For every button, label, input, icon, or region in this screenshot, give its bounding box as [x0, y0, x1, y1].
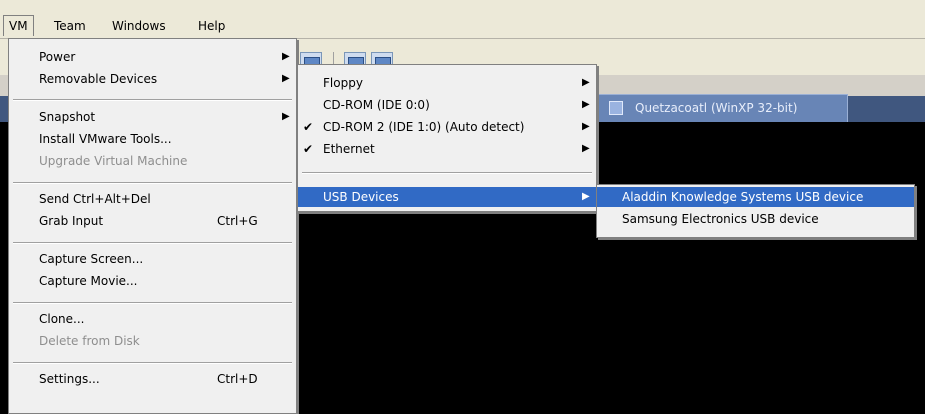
menu-item-label: Upgrade Virtual Machine — [39, 154, 188, 168]
menu-separator — [13, 302, 292, 304]
menu-vm[interactable]: VM — [3, 15, 34, 36]
menu-item-label: Send Ctrl+Alt+Del — [39, 192, 151, 206]
menu-item-label: Samsung Electronics USB device — [622, 212, 819, 226]
menu-item-label: Floppy — [323, 76, 363, 90]
menu-separator — [13, 99, 292, 101]
menu-item-snapshot[interactable]: Snapshot ▶ — [9, 107, 292, 127]
menu-separator — [13, 242, 292, 244]
menu-item-settings[interactable]: Settings... Ctrl+D — [9, 369, 292, 389]
tab-quetzacoatl[interactable]: Quetzacoatl (WinXP 32-bit) — [598, 94, 848, 122]
menu-item-label: Removable Devices — [39, 72, 158, 86]
menu-bar: VM Team Windows Help — [0, 0, 925, 39]
menu-item-usb-devices[interactable]: USB Devices ▶ — [298, 187, 596, 207]
menu-item-capture-screen[interactable]: Capture Screen... — [9, 249, 292, 269]
submenu-arrow-icon: ▶ — [282, 73, 290, 84]
removable-devices-menu: Floppy ▶ CD-ROM (IDE 0:0) ▶ ✔ CD-ROM 2 (… — [297, 64, 597, 212]
menu-item-removable-devices[interactable]: Removable Devices ▶ — [9, 69, 292, 89]
submenu-arrow-icon: ▶ — [582, 99, 590, 110]
checkmark-icon: ✔ — [303, 142, 314, 156]
menu-item-label: Capture Screen... — [39, 252, 144, 266]
menu-item-label: Delete from Disk — [39, 334, 140, 348]
menu-item-label: Clone... — [39, 312, 85, 326]
menu-item-label: Capture Movie... — [39, 274, 138, 288]
menu-item-shortcut: Ctrl+G — [217, 214, 258, 228]
submenu-arrow-icon: ▶ — [582, 143, 590, 154]
submenu-arrow-icon: ▶ — [582, 77, 590, 88]
menu-item-aladdin-usb[interactable]: Aladdin Knowledge Systems USB device — [597, 187, 914, 207]
tab-label: Quetzacoatl (WinXP 32-bit) — [635, 101, 798, 115]
menu-item-grab-input[interactable]: Grab Input Ctrl+G — [9, 211, 292, 231]
menu-item-power[interactable]: Power ▶ — [9, 47, 292, 67]
menu-item-ethernet[interactable]: ✔ Ethernet ▶ — [298, 139, 596, 159]
menu-item-label: CD-ROM (IDE 0:0) — [323, 98, 430, 112]
menu-help[interactable]: Help — [193, 16, 230, 36]
menu-team[interactable]: Team — [49, 16, 91, 36]
menu-windows[interactable]: Windows — [107, 16, 171, 36]
menu-item-samsung-usb[interactable]: Samsung Electronics USB device — [597, 209, 914, 229]
submenu-arrow-icon: ▶ — [282, 111, 290, 122]
menu-item-label: Snapshot — [39, 110, 96, 124]
menu-item-label: USB Devices — [323, 190, 399, 204]
menu-team-label: Team — [54, 19, 86, 33]
menu-help-label: Help — [198, 19, 226, 33]
menu-item-label: Aladdin Knowledge Systems USB device — [622, 190, 864, 204]
menu-item-delete-from-disk[interactable]: Delete from Disk — [9, 331, 292, 351]
menu-item-cdrom-ide00[interactable]: CD-ROM (IDE 0:0) ▶ — [298, 95, 596, 115]
menu-item-label: CD-ROM 2 (IDE 1:0) (Auto detect) — [323, 120, 525, 134]
menu-separator — [302, 172, 592, 174]
menu-item-label: Ethernet — [323, 142, 375, 156]
menu-item-capture-movie[interactable]: Capture Movie... — [9, 271, 292, 291]
menu-item-label: Grab Input — [39, 214, 104, 228]
menu-item-install-tools[interactable]: Install VMware Tools... — [9, 129, 292, 149]
usb-devices-menu: Aladdin Knowledge Systems USB device Sam… — [596, 184, 915, 238]
submenu-arrow-icon: ▶ — [282, 51, 290, 62]
menu-item-shortcut: Ctrl+D — [217, 372, 258, 386]
menu-vm-label: VM — [9, 19, 28, 33]
vm-menu: Power ▶ Removable Devices ▶ Snapshot ▶ I… — [8, 38, 297, 414]
menu-item-label: Install VMware Tools... — [39, 132, 172, 146]
menu-separator — [13, 362, 292, 364]
menu-item-cdrom2-ide10[interactable]: ✔ CD-ROM 2 (IDE 1:0) (Auto detect) ▶ — [298, 117, 596, 137]
submenu-arrow-icon: ▶ — [582, 121, 590, 132]
menu-separator — [13, 182, 292, 184]
checkmark-icon: ✔ — [303, 120, 314, 134]
menu-windows-label: Windows — [112, 19, 166, 33]
vm-icon — [609, 101, 623, 115]
menu-item-upgrade-vm[interactable]: Upgrade Virtual Machine — [9, 151, 292, 171]
menu-item-label: Settings... — [39, 372, 100, 386]
menu-item-clone[interactable]: Clone... — [9, 309, 292, 329]
submenu-arrow-icon: ▶ — [582, 191, 590, 202]
menu-item-send-ctrl-alt-del[interactable]: Send Ctrl+Alt+Del — [9, 189, 292, 209]
menu-item-floppy[interactable]: Floppy ▶ — [298, 73, 596, 93]
menu-item-label: Power — [39, 50, 76, 64]
